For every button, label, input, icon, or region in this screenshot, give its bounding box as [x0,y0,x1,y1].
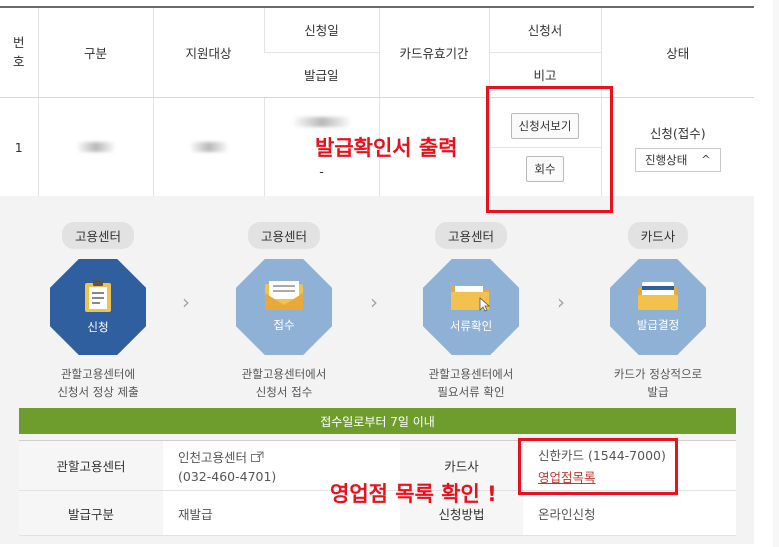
chevron-up-icon: ^ [701,153,711,166]
progress-select-label: 진행상태 [644,152,688,167]
step-desc-1: 관할고용센터에 [60,367,136,381]
external-link-icon [251,451,264,462]
application-table: 번호 구분 지원대상 신청일 카드유효기간 신청서 상태 발급일 비고 1 - … [0,6,754,198]
annotation-box-form [486,86,613,213]
step-label: 접수 [273,318,295,332]
method-value: 온라인신청 [523,490,736,536]
clipboard-icon [85,280,111,312]
step-tag: 카드사 [627,222,689,249]
issue-type-label: 발급구분 [19,490,163,536]
scrollbar[interactable] [773,0,779,547]
step-label: 발급결정 [636,318,680,332]
card-icon [638,282,678,310]
center-name: 인천고용센터 [178,450,248,465]
progress-select[interactable]: 진행상태 ^ [634,147,721,172]
step-label: 서류확인 [449,319,493,333]
step-document-check: 고용센터 서류확인 관할고용센터에서필요서류 확인 [396,222,546,401]
header-status: 상태 [600,6,754,98]
header-issue-date: 발급일 [264,52,379,98]
row-issue-date: - [319,164,324,179]
step-desc-1: 관할고용센터에서 [428,367,514,381]
deadline-bar: 접수일로부터 7일 이내 [19,408,736,434]
row-no: 1 [0,97,38,198]
folder-icon [451,285,491,312]
step-desc-2: 신청서 정상 제출 [57,385,139,399]
annotation-print-confirm: 발급확인서 출력 [315,136,458,160]
header-apply-date: 신청일 [263,6,379,53]
step-issue-decision: 카드사 발급결정 카드가 정상적으로발급 [583,222,733,401]
status-text: 신청(접수) [649,125,706,141]
center-label: 관할고용센터 [19,440,163,491]
step-desc-1: 관할고용센터에서 [241,367,327,381]
step-desc-2: 발급 [647,385,669,399]
step-receive: 고용센터 접수 관할고용센터에서신청서 접수 [209,222,359,401]
step-tag: 고용센터 [434,222,507,249]
annotation-box-branch [518,438,678,495]
step-badge: 발급결정 [610,259,706,355]
header-no: 번호 [0,6,38,98]
step-badge: 서류확인 [423,259,519,355]
envelope-icon [265,281,303,310]
header-target: 지원대상 [152,6,264,98]
step-tag: 고용센터 [247,222,320,249]
row-status: 신청(접수) 진행상태 ^ [600,97,754,198]
step-tag: 고용센터 [61,222,134,249]
row-category-blurred [37,97,153,198]
header-form: 신청서 [488,6,601,53]
header-category: 구분 [37,6,153,98]
step-badge: 신청 [50,259,146,355]
center-name-link[interactable]: 인천고용센터 [178,450,264,465]
chevron-right-icon: › [370,290,378,314]
header-card-valid: 카드유효기간 [378,6,489,98]
step-label: 신청 [87,320,109,334]
step-badge: 접수 [236,259,332,355]
step-desc-1: 카드가 정상적으로 [613,367,703,381]
chevron-right-icon: › [182,290,190,314]
annotation-branch-check: 영업점 목록 확인 ! [330,482,497,506]
row-target-blurred [152,97,264,198]
chevron-right-icon: › [557,290,565,314]
step-apply: 고용센터 신청 관할고용센터에신청서 정상 제출 [23,222,173,401]
step-desc-2: 신청서 접수 [255,385,313,399]
step-desc-2: 필요서류 확인 [437,385,505,399]
